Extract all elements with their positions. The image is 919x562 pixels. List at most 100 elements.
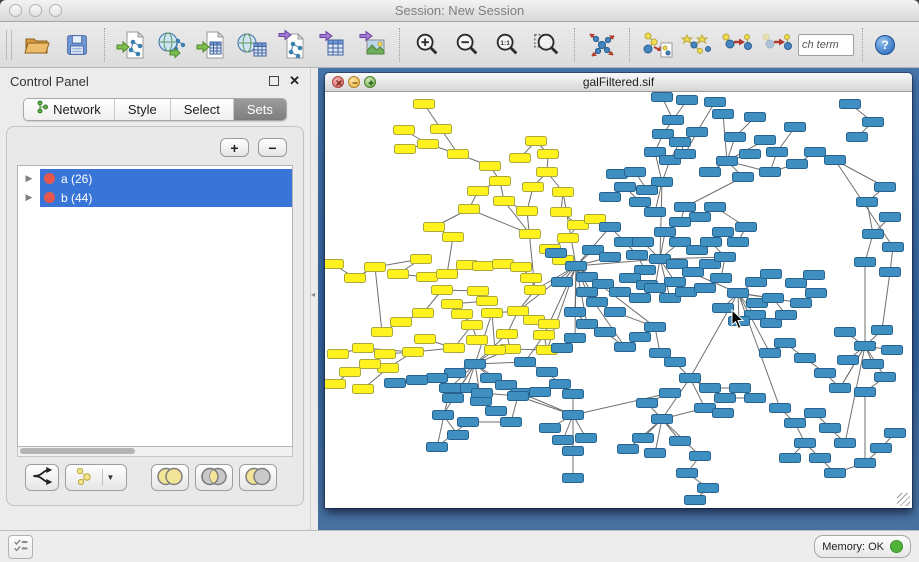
graph-edge[interactable] xyxy=(492,313,495,350)
graph-node[interactable] xyxy=(414,100,435,109)
apply-layout-button[interactable] xyxy=(583,26,621,64)
graph-node[interactable] xyxy=(523,183,544,192)
graph-node[interactable] xyxy=(786,279,807,288)
graph-node[interactable] xyxy=(855,258,876,267)
list-item[interactable]: ▶ a (26) xyxy=(18,169,292,188)
graph-node[interactable] xyxy=(804,271,825,280)
graph-node[interactable] xyxy=(785,419,806,428)
graph-node[interactable] xyxy=(815,369,836,378)
graph-edge[interactable] xyxy=(882,272,890,330)
graph-node[interactable] xyxy=(508,307,529,316)
graph-node[interactable] xyxy=(511,263,532,272)
graph-node[interactable] xyxy=(553,436,574,445)
import-network-url-button[interactable] xyxy=(153,26,191,64)
graph-node[interactable] xyxy=(553,188,574,197)
graph-node[interactable] xyxy=(825,469,846,478)
panel-splitter[interactable]: ◂ xyxy=(310,68,318,530)
graph-node[interactable] xyxy=(328,350,349,359)
graph-node[interactable] xyxy=(687,128,708,137)
graph-node[interactable] xyxy=(565,308,586,317)
graph-node[interactable] xyxy=(605,308,626,317)
graph-node[interactable] xyxy=(875,183,896,192)
graph-edge[interactable] xyxy=(840,346,865,388)
graph-node[interactable] xyxy=(630,333,651,342)
graph-node[interactable] xyxy=(880,268,901,277)
graph-node[interactable] xyxy=(630,294,651,303)
graph-node[interactable] xyxy=(510,154,531,163)
graph-node[interactable] xyxy=(365,263,386,272)
graph-node[interactable] xyxy=(633,238,654,247)
graph-node[interactable] xyxy=(857,198,878,207)
graph-node[interactable] xyxy=(730,384,751,393)
graph-node[interactable] xyxy=(467,336,488,345)
graph-node[interactable] xyxy=(472,389,493,398)
graph-node[interactable] xyxy=(443,394,464,403)
graph-node[interactable] xyxy=(462,321,483,330)
graph-node[interactable] xyxy=(490,177,511,186)
graph-node[interactable] xyxy=(683,268,704,277)
graph-node[interactable] xyxy=(468,187,489,196)
graph-node[interactable] xyxy=(485,346,506,355)
graph-node[interactable] xyxy=(551,208,572,217)
graph-node[interactable] xyxy=(695,284,716,293)
select-from-file-button[interactable] xyxy=(678,26,716,64)
graph-node[interactable] xyxy=(552,278,573,287)
graph-node[interactable] xyxy=(838,356,859,365)
graph-node[interactable] xyxy=(685,496,706,505)
graph-node[interactable] xyxy=(577,288,598,297)
zoom-actual-size-button[interactable]: 1:1 xyxy=(488,26,526,64)
graph-node[interactable] xyxy=(645,208,666,217)
frame-minimize-button[interactable] xyxy=(348,76,360,88)
task-history-button[interactable] xyxy=(8,535,33,559)
graph-node[interactable] xyxy=(705,98,726,107)
graph-node[interactable] xyxy=(530,388,551,397)
graph-node[interactable] xyxy=(558,234,579,243)
tab-network[interactable]: Network xyxy=(24,99,115,120)
graph-node[interactable] xyxy=(805,148,826,157)
graph-node[interactable] xyxy=(715,253,736,262)
graph-node[interactable] xyxy=(353,385,374,394)
window-minimize-button[interactable] xyxy=(29,4,42,17)
graph-node[interactable] xyxy=(448,431,469,440)
help-button[interactable]: ? xyxy=(871,26,899,64)
graph-node[interactable] xyxy=(563,447,584,456)
tab-select[interactable]: Select xyxy=(171,99,234,120)
graph-node[interactable] xyxy=(443,233,464,242)
graph-node[interactable] xyxy=(458,418,479,427)
graph-edge[interactable] xyxy=(375,267,382,332)
graph-node[interactable] xyxy=(871,444,892,453)
graph-node[interactable] xyxy=(665,278,686,287)
graph-node[interactable] xyxy=(806,289,827,298)
graph-node[interactable] xyxy=(566,262,587,271)
graph-node[interactable] xyxy=(413,309,434,318)
graph-node[interactable] xyxy=(761,270,782,279)
graph-node[interactable] xyxy=(563,474,584,483)
graph-node[interactable] xyxy=(600,223,621,232)
graph-node[interactable] xyxy=(785,123,806,132)
graph-node[interactable] xyxy=(690,213,711,222)
horizontal-scrollbar[interactable] xyxy=(17,447,293,457)
graph-node[interactable] xyxy=(615,343,636,352)
graph-node[interactable] xyxy=(729,317,750,326)
graph-node[interactable] xyxy=(780,454,801,463)
graph-node[interactable] xyxy=(863,360,884,369)
graph-node[interactable] xyxy=(713,304,734,313)
graph-node[interactable] xyxy=(675,203,696,212)
graph-node[interactable] xyxy=(427,374,448,383)
graph-node[interactable] xyxy=(565,334,586,343)
graph-node[interactable] xyxy=(515,358,536,367)
graph-node[interactable] xyxy=(407,376,428,385)
graph-node[interactable] xyxy=(863,118,884,127)
graph-node[interactable] xyxy=(417,273,438,282)
graph-node[interactable] xyxy=(663,116,684,125)
graph-node[interactable] xyxy=(855,342,876,351)
graph-node[interactable] xyxy=(883,243,904,252)
graph-node[interactable] xyxy=(670,218,691,227)
graph-node[interactable] xyxy=(763,294,784,303)
graph-node[interactable] xyxy=(670,138,691,147)
scrollbar-thumb[interactable] xyxy=(20,448,135,454)
graph-node[interactable] xyxy=(835,328,856,337)
graph-node[interactable] xyxy=(637,399,658,408)
open-session-button[interactable] xyxy=(18,26,56,64)
add-set-button[interactable]: + xyxy=(220,138,249,157)
